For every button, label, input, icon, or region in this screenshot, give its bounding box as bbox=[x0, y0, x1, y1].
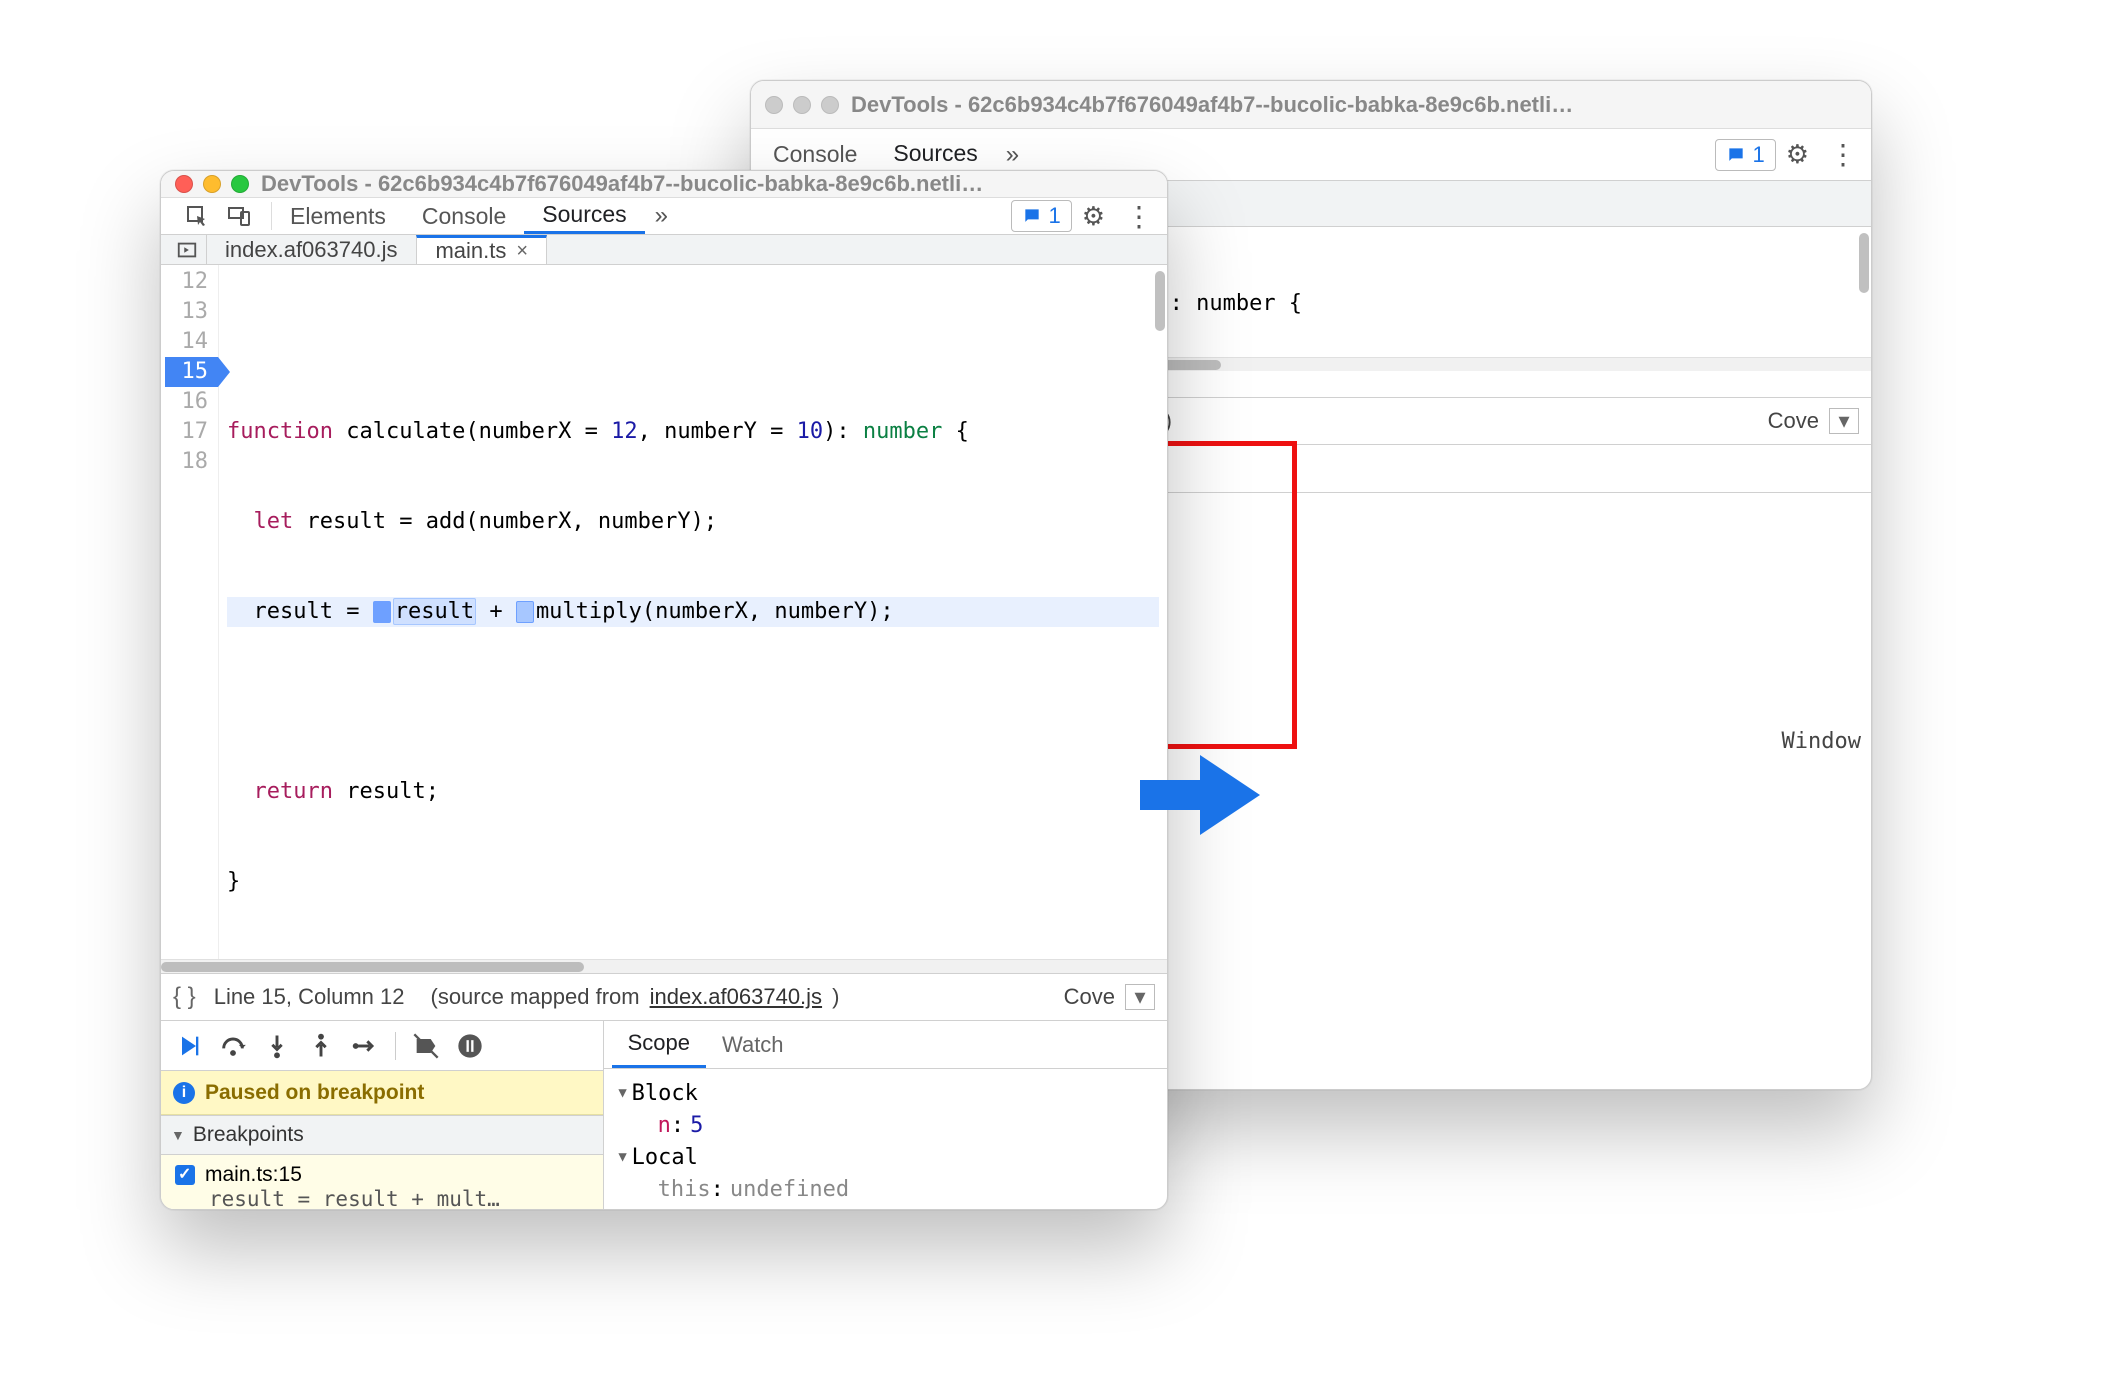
scope-tabs: Scope Watch bbox=[604, 1021, 1167, 1069]
step-into-icon[interactable] bbox=[257, 1026, 297, 1066]
max-dot[interactable] bbox=[231, 175, 249, 193]
more-tabs-icon[interactable]: » bbox=[645, 202, 678, 230]
panel-tabs: Elements Console Sources » 1 ⚙ ⋮ bbox=[161, 198, 1167, 235]
device-icon[interactable] bbox=[221, 198, 257, 234]
deactivate-bp-icon[interactable] bbox=[406, 1026, 446, 1066]
titlebar: DevTools - 62c6b934c4b7f676049af4b7--buc… bbox=[751, 81, 1871, 129]
checkbox-icon[interactable] bbox=[175, 1165, 195, 1185]
titlebar: DevTools - 62c6b934c4b7f676049af4b7--buc… bbox=[161, 171, 1167, 198]
settings-icon[interactable]: ⚙ bbox=[1072, 201, 1115, 232]
min-dot[interactable] bbox=[793, 96, 811, 114]
inspect-icon[interactable] bbox=[179, 198, 215, 234]
tab-console[interactable]: Console bbox=[404, 198, 524, 234]
step-icon[interactable] bbox=[345, 1026, 385, 1066]
horizontal-scrollbar[interactable] bbox=[161, 959, 1167, 973]
min-dot[interactable] bbox=[203, 175, 221, 193]
pretty-print-icon[interactable]: { } bbox=[173, 983, 204, 1011]
comparison-arrow-icon bbox=[1140, 745, 1260, 845]
close-dot[interactable] bbox=[765, 96, 783, 114]
scope-panel: Scope Watch ▼Block n:5 ▼Local this:undef… bbox=[604, 1021, 1167, 1210]
dropdown-icon[interactable]: ▾ bbox=[1125, 984, 1155, 1010]
window-title: DevTools - 62c6b934c4b7f676049af4b7--buc… bbox=[261, 171, 983, 197]
code-editor[interactable]: 12 13 14 15 16 17 18 function calculate(… bbox=[161, 265, 1167, 959]
pause-exceptions-icon[interactable] bbox=[450, 1026, 490, 1066]
debug-toolbar bbox=[161, 1021, 603, 1071]
code-lines: function calculate(numberX = 12, numberY… bbox=[219, 265, 1167, 959]
breakpoint-line[interactable]: 15 bbox=[165, 357, 218, 387]
tab-watch[interactable]: Watch bbox=[706, 1021, 800, 1068]
line-col-label: Line 15, Column 12 bbox=[214, 984, 405, 1010]
step-out-icon[interactable] bbox=[301, 1026, 341, 1066]
vertical-scrollbar[interactable] bbox=[1859, 233, 1869, 293]
issues-badge[interactable]: 1 bbox=[1715, 139, 1775, 171]
traffic-lights bbox=[765, 96, 839, 114]
tab-sources[interactable]: Sources bbox=[524, 198, 644, 234]
coverage-label: Cove bbox=[1064, 984, 1115, 1010]
step-marker-icon bbox=[516, 601, 534, 623]
step-over-icon[interactable] bbox=[213, 1026, 253, 1066]
tab-scope[interactable]: Scope bbox=[612, 1021, 706, 1068]
chat-icon bbox=[1726, 145, 1746, 165]
close-icon[interactable]: × bbox=[516, 240, 528, 263]
vertical-scrollbar[interactable] bbox=[1155, 271, 1165, 331]
traffic-lights bbox=[175, 175, 249, 193]
file-tab-index[interactable]: index.af063740.js bbox=[207, 235, 416, 264]
info-icon: i bbox=[173, 1082, 195, 1104]
breakpoint-item[interactable]: main.ts:15 result = result + mult… bbox=[161, 1155, 603, 1210]
scope-tree[interactable]: ▼Block n:5 ▼Local this:undefined numberY… bbox=[604, 1069, 1167, 1210]
close-dot[interactable] bbox=[175, 175, 193, 193]
section-breakpoints[interactable]: ▼Breakpoints bbox=[161, 1115, 603, 1155]
max-dot[interactable] bbox=[821, 96, 839, 114]
chat-icon bbox=[1022, 206, 1042, 226]
file-tabs: index.af063740.js main.ts× bbox=[161, 235, 1167, 265]
resume-icon[interactable] bbox=[169, 1026, 209, 1066]
devtools-window-before: DevTools - 62c6b934c4b7f676049af4b7--buc… bbox=[160, 170, 1168, 1210]
kebab-icon[interactable]: ⋮ bbox=[1819, 138, 1867, 171]
window-title: DevTools - 62c6b934c4b7f676049af4b7--buc… bbox=[851, 92, 1573, 118]
settings-icon[interactable]: ⚙ bbox=[1776, 139, 1819, 170]
statusbar: { } Line 15, Column 12 (source mapped fr… bbox=[161, 973, 1167, 1021]
sourcemap-link[interactable]: index.af063740.js bbox=[650, 984, 822, 1010]
file-tab-main[interactable]: main.ts× bbox=[416, 235, 547, 264]
more-tabs-icon[interactable]: » bbox=[996, 141, 1029, 169]
dropdown-icon[interactable]: ▾ bbox=[1829, 408, 1859, 434]
debug-sidebar: i Paused on breakpoint ▼Breakpoints main… bbox=[161, 1021, 604, 1210]
paused-banner: i Paused on breakpoint bbox=[161, 1071, 603, 1115]
step-marker-icon bbox=[373, 601, 391, 623]
tab-elements[interactable]: Elements bbox=[272, 198, 404, 234]
line-gutter[interactable]: 12 13 14 15 16 17 18 bbox=[161, 265, 219, 959]
issues-badge[interactable]: 1 bbox=[1011, 200, 1071, 232]
navigator-toggle-icon[interactable] bbox=[167, 235, 207, 264]
coverage-label: Cove bbox=[1768, 408, 1819, 434]
kebab-icon[interactable]: ⋮ bbox=[1115, 200, 1163, 233]
